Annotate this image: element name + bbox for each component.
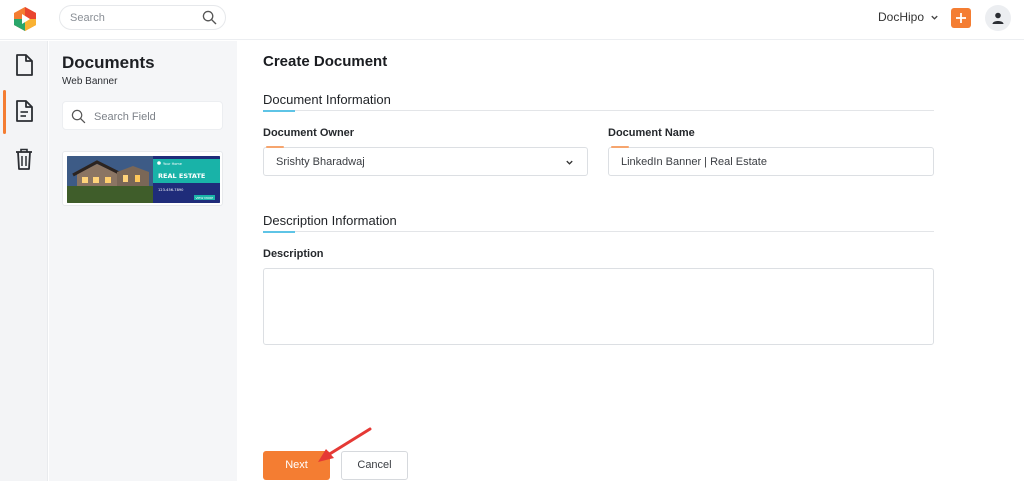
workspace-name: DocHipo [878, 10, 925, 24]
section-accent-line [263, 231, 295, 233]
document-owner-select[interactable]: Srishty Bharadwaj [263, 147, 588, 176]
description-textarea[interactable] [263, 268, 934, 345]
section-title-description-information: Description Information [263, 213, 397, 228]
field-focus-tick [266, 146, 284, 148]
rail-item-documents[interactable] [0, 45, 48, 85]
dochipo-logo-icon[interactable] [13, 6, 37, 32]
search-field-placeholder: Search Field [94, 111, 156, 123]
chevron-down-icon [931, 15, 938, 20]
chevron-down-icon [566, 160, 573, 165]
add-button[interactable] [951, 8, 971, 28]
real-estate-banner-thumbnail: Your Home REAL ESTATE 123-456-7890 VIEW … [67, 156, 220, 203]
description-label: Description [263, 248, 324, 260]
workspace-menu[interactable]: DocHipo [878, 10, 939, 24]
rail-item-trash[interactable] [0, 139, 48, 179]
search-icon[interactable] [202, 10, 217, 25]
panel-title: Documents [62, 53, 155, 72]
user-icon [992, 12, 1004, 24]
plus-icon [951, 8, 971, 28]
thumb-headline: REAL ESTATE [158, 172, 205, 180]
global-search-input[interactable]: Search [59, 5, 226, 30]
document-lines-icon [16, 100, 33, 122]
field-focus-tick [611, 146, 629, 148]
rail-item-create-document[interactable] [0, 91, 48, 131]
page-title: Create Document [263, 53, 388, 70]
section-title-document-information: Document Information [263, 92, 391, 107]
top-bar: Search DocHipo [0, 0, 1024, 40]
document-owner-value: Srishty Bharadwaj [276, 156, 365, 168]
document-name-value: LinkedIn Banner | Real Estate [621, 156, 767, 168]
document-icon [16, 54, 33, 76]
section-divider [263, 110, 934, 111]
annotation-arrow-icon [318, 427, 372, 462]
user-menu-button[interactable] [985, 5, 1011, 31]
document-name-label: Document Name [608, 127, 695, 139]
trash-icon [16, 148, 32, 170]
thumb-tagline: Your Home [163, 162, 182, 166]
template-thumbnail-card[interactable]: Your Home REAL ESTATE 123-456-7890 VIEW … [62, 151, 223, 206]
panel-subtitle: Web Banner [62, 76, 118, 87]
search-icon [71, 109, 86, 124]
left-icon-rail [0, 41, 48, 481]
search-field-input[interactable]: Search Field [62, 101, 223, 130]
document-owner-label: Document Owner [263, 127, 355, 139]
thumb-button: VIEW MORE [196, 196, 214, 200]
section-divider [263, 231, 934, 232]
documents-panel: Documents Web Banner Search Field Your H… [49, 41, 237, 481]
thumb-phone: 123-456-7890 [158, 188, 184, 192]
search-placeholder: Search [70, 12, 105, 24]
section-accent-line [263, 110, 295, 112]
document-name-input[interactable]: LinkedIn Banner | Real Estate [608, 147, 934, 176]
